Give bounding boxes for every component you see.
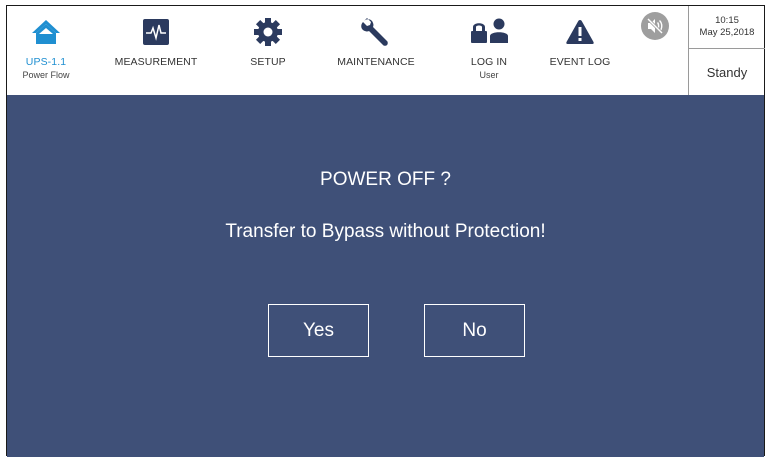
status-mode: Standy bbox=[706, 64, 748, 80]
home-icon bbox=[31, 16, 61, 48]
status-panel: 10:15 May 25,2018 Standy bbox=[688, 6, 765, 95]
nav-eventlog[interactable]: EVENT LOG bbox=[545, 6, 615, 95]
power-off-dialog: POWER OFF ? Transfer to Bypass without P… bbox=[7, 95, 764, 457]
status-datetime: 10:15 May 25,2018 bbox=[689, 6, 765, 49]
ui-frame: UPS-1.1 Power Flow MEASUREMENT SETUP MAI… bbox=[6, 5, 765, 457]
nav-measurement-label: MEASUREMENT bbox=[114, 56, 198, 68]
nav-login[interactable]: LOG IN User bbox=[459, 6, 519, 95]
no-button[interactable]: No bbox=[424, 304, 525, 357]
dialog-message: Transfer to Bypass without Protection! bbox=[225, 221, 546, 242]
speaker-muted-icon bbox=[640, 10, 670, 42]
nav-maintenance-label: MAINTENANCE bbox=[337, 56, 415, 68]
gear-icon bbox=[253, 16, 283, 48]
nav-home-label: UPS-1.1 bbox=[25, 56, 67, 68]
nav-maintenance[interactable]: MAINTENANCE bbox=[331, 6, 421, 95]
top-nav-bar: UPS-1.1 Power Flow MEASUREMENT SETUP MAI… bbox=[7, 6, 765, 95]
yes-button[interactable]: Yes bbox=[268, 304, 369, 357]
nav-setup-label: SETUP bbox=[250, 56, 286, 68]
nav-setup[interactable]: SETUP bbox=[243, 6, 293, 95]
nav-login-label: LOG IN bbox=[470, 56, 508, 68]
waveform-icon bbox=[143, 16, 169, 48]
wrench-icon bbox=[360, 16, 392, 48]
nav-measurement[interactable]: MEASUREMENT bbox=[111, 6, 201, 95]
nav-home-sublabel: Power Flow bbox=[22, 70, 70, 80]
nav-home[interactable]: UPS-1.1 Power Flow bbox=[21, 6, 71, 95]
lock-user-icon bbox=[469, 16, 509, 48]
nav-mute-button[interactable] bbox=[637, 6, 673, 95]
warning-icon bbox=[565, 16, 595, 48]
nav-login-sublabel: User bbox=[479, 70, 499, 80]
dialog-title: POWER OFF ? bbox=[320, 169, 451, 190]
status-time: 10:15 bbox=[715, 15, 739, 26]
nav-eventlog-label: EVENT LOG bbox=[549, 56, 611, 68]
status-date: May 25,2018 bbox=[699, 27, 755, 38]
